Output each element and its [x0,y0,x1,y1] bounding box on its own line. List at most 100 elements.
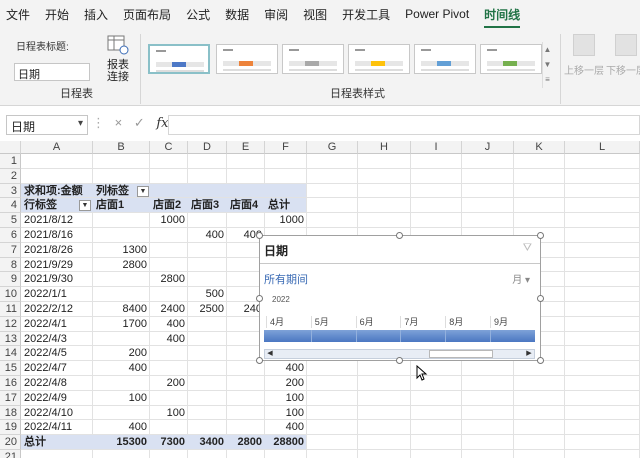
scroll-thumb[interactable] [429,350,493,358]
menu-tab-8[interactable]: 开发工具 [342,6,390,23]
select-all-corner[interactable] [0,141,21,154]
column-header-I[interactable]: I [411,141,462,154]
row-filter-button[interactable]: ▼ [79,200,91,212]
timeline-month-label: 7月 [404,317,419,327]
resize-handle[interactable] [396,232,403,239]
column-header-E[interactable]: E [227,141,265,154]
timeline-style-2[interactable] [216,44,278,74]
row-header-10[interactable]: 10 [0,287,21,302]
menu-tab-1[interactable]: 开始 [45,6,69,23]
column-header-H[interactable]: H [358,141,411,154]
column-header-B[interactable]: B [93,141,150,154]
scroll-right-icon[interactable]: ▶ [524,350,534,358]
timeline-style-5[interactable] [414,44,476,74]
row-header-16[interactable]: 16 [0,376,21,391]
resize-handle[interactable] [396,357,403,364]
row-header-8[interactable]: 8 [0,257,21,273]
row-header-2[interactable]: 2 [0,168,21,184]
pivot-row-label-cell: 2022/1/1 [24,288,67,301]
pivot-value-cell: 240 [243,303,262,315]
menu-tab-0[interactable]: 文件 [6,6,30,23]
menu-tab-3[interactable]: 页面布局 [123,6,171,23]
row-header-19[interactable]: 19 [0,420,21,436]
row-header-1[interactable]: 1 [0,154,21,169]
resize-handle[interactable] [537,295,544,302]
pivot-value-cell: 200 [166,377,185,389]
send-backward-button[interactable]: 下移一层 [606,34,640,77]
row-header-18[interactable]: 18 [0,405,21,421]
column-header-J[interactable]: J [462,141,514,154]
timeline-style-6[interactable] [480,44,542,74]
resize-handle[interactable] [256,295,263,302]
pivot-row-label-cell: 2022/4/1 [24,317,67,330]
pivot-total-cell: 15300 [116,436,147,449]
row-header-6[interactable]: 6 [0,228,21,243]
pivot-row-label-cell: 2021/8/12 [24,214,73,227]
grid-line [564,154,565,458]
timeline-style-1[interactable] [148,44,210,74]
row-header-15[interactable]: 15 [0,361,21,376]
timeline-slicer[interactable]: 日期 ⛛ 所有期间 月 ▾ 2022 4月 5月 6月 7月 8月 9月 ◀ ▶ [259,235,541,361]
column-header-C[interactable]: C [150,141,188,154]
resize-handle[interactable] [537,357,544,364]
insert-function-icon[interactable]: fx [156,116,168,131]
row-header-12[interactable]: 12 [0,316,21,332]
gallery-scroll[interactable]: ▲ ▼ ≡ [542,42,552,88]
column-filter-button[interactable]: ▼ [137,185,149,197]
row-header-11[interactable]: 11 [0,302,21,317]
report-connections-icon [107,35,129,55]
rotate-handle[interactable] [527,242,534,249]
row-header-5[interactable]: 5 [0,213,21,228]
menu-tab-9[interactable]: Power Pivot [405,7,469,21]
row-header-9[interactable]: 9 [0,272,21,288]
cancel-icon[interactable]: × [115,115,123,130]
row-header-21[interactable]: 21 [0,450,21,458]
style-bar-fill [371,61,385,66]
style-bar-fill [437,61,451,66]
style-scroll [487,69,535,71]
column-header-G[interactable]: G [307,141,358,154]
menu-tab-5[interactable]: 数据 [225,6,249,23]
bring-forward-button[interactable]: 上移一层 [564,34,604,77]
pivot-value-cell: 400 [205,229,224,241]
menu-tab-4[interactable]: 公式 [186,6,210,23]
timeline-style-3[interactable] [282,44,344,74]
row-header-13[interactable]: 13 [0,331,21,347]
timeline-style-4[interactable] [348,44,410,74]
timeline-caption-input[interactable]: 日期 [14,63,90,81]
row-header-7[interactable]: 7 [0,242,21,258]
row-header-14[interactable]: 14 [0,346,21,362]
timeline-bar-tick [310,330,312,342]
time-level-dropdown[interactable]: 月 ▾ [512,271,530,286]
report-connections-button[interactable]: 报表 连接 [100,34,136,86]
menu-tab-2[interactable]: 插入 [84,6,108,23]
pivot-value-cell: 400 [285,421,304,434]
column-header-D[interactable]: D [188,141,227,154]
resize-handle[interactable] [256,357,263,364]
scroll-left-icon[interactable]: ◀ [265,350,275,358]
column-header-A[interactable]: A [21,141,93,154]
pivot-row-label-cell: 2022/4/9 [24,391,67,404]
pivot-column-header: 总计 [268,199,290,212]
name-box[interactable]: 日期 ▾ [6,115,88,135]
menu-tab-7[interactable]: 视图 [303,6,327,23]
timeline-bar-tick [445,330,447,342]
row-header-20[interactable]: 20 [0,435,21,450]
pivot-value-cell: 400 [128,362,147,375]
column-header-F[interactable]: F [265,141,307,154]
formula-input[interactable] [168,115,640,135]
column-header-L[interactable]: L [565,141,640,154]
menu-tab-6[interactable]: 审阅 [264,6,288,23]
resize-handle[interactable] [537,232,544,239]
row-header-3[interactable]: 3 [0,183,21,199]
column-header-K[interactable]: K [514,141,565,154]
row-header-17[interactable]: 17 [0,390,21,406]
row-header-4[interactable]: 4 [0,198,21,214]
timeline-tick [310,316,312,328]
resize-handle[interactable] [256,232,263,239]
enter-icon[interactable]: ✓ [134,115,145,130]
menu-tab-10[interactable]: 时间线 [484,6,521,28]
pivot-row-label-cell: 2022/4/8 [24,377,67,389]
mouse-pointer-icon [416,365,428,381]
timeline-tick [355,316,357,328]
